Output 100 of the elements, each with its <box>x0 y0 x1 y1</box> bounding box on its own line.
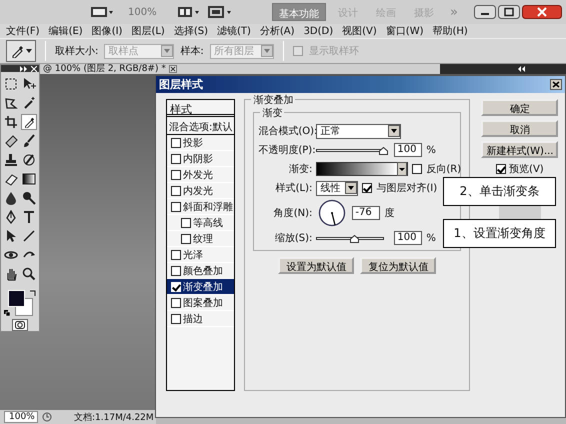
search-icon[interactable] <box>21 266 37 282</box>
checkbox[interactable] <box>171 298 181 308</box>
crop-icon[interactable] <box>3 114 19 130</box>
style-item[interactable]: 内阴影 <box>167 151 234 167</box>
minimize-icon[interactable] <box>474 5 496 19</box>
style-label: 图案叠加 <box>183 296 223 310</box>
checkbox[interactable] <box>171 170 181 180</box>
close-icon[interactable] <box>522 5 562 19</box>
foreground-color-swatch[interactable] <box>8 290 25 308</box>
dialog-button[interactable]: 新建样式(W)... <box>481 141 558 158</box>
menu-item[interactable]: 图像(I) <box>92 24 122 38</box>
menu-item[interactable]: 编辑(E) <box>48 24 83 38</box>
checkbox[interactable] <box>171 154 181 164</box>
style-dropdown[interactable]: 线性 <box>316 180 358 196</box>
maximize-icon[interactable] <box>498 5 520 19</box>
dropdown-value: 取样点 <box>108 44 138 58</box>
quick-mask-button[interactable] <box>12 319 28 331</box>
gradient-bar[interactable] <box>317 163 398 175</box>
style-item[interactable]: 内发光 <box>167 183 234 199</box>
unit-label: % <box>426 232 436 244</box>
number-field[interactable]: 100 <box>394 143 422 157</box>
reset-button[interactable]: 复位为默认值 <box>360 257 436 274</box>
quick-mask-icon <box>15 321 25 329</box>
slider-thumb[interactable] <box>350 234 359 242</box>
line-icon[interactable] <box>21 228 37 244</box>
menu-item[interactable]: 选择(S) <box>174 24 208 38</box>
unit-label: 度 <box>384 206 394 220</box>
default-colors-icon[interactable] <box>4 310 10 316</box>
menu-item[interactable]: 图层(L) <box>131 24 165 38</box>
menu-item[interactable]: 视图(V) <box>342 24 377 38</box>
checkbox[interactable] <box>171 138 181 148</box>
bandage-icon[interactable] <box>3 133 19 150</box>
close-icon[interactable] <box>550 79 562 90</box>
screen-icon[interactable] <box>206 5 233 19</box>
number-field[interactable]: -76 <box>352 206 380 220</box>
checkbox[interactable] <box>181 234 191 244</box>
menu-item[interactable]: 窗口(W) <box>386 24 424 38</box>
blend-mode-dropdown[interactable]: 正常 <box>316 124 402 138</box>
style-label: 渐变叠加 <box>183 280 223 294</box>
style-item[interactable]: 等高线 <box>167 215 234 231</box>
checkbox[interactable] <box>496 164 506 174</box>
checkbox-label: 与图层对齐(I) <box>376 182 438 195</box>
checkbox[interactable] <box>171 202 181 212</box>
field-label: 渐变: <box>288 162 312 176</box>
zoom-field[interactable]: 100% <box>4 411 38 423</box>
sampling-ring-label: 显示取样环 <box>308 44 359 58</box>
checkbox[interactable] <box>171 186 181 196</box>
eyedropper-icon[interactable] <box>21 114 37 130</box>
angle-dial[interactable] <box>318 199 346 227</box>
marquee-icon[interactable] <box>3 76 19 92</box>
style-label: 内阴影 <box>183 152 213 166</box>
callout-note: 1、设置渐变角度 <box>443 219 556 248</box>
arrange-icon[interactable] <box>176 5 201 19</box>
menu-item[interactable]: 文件(F) <box>6 24 40 38</box>
drop-icon[interactable] <box>3 190 19 206</box>
checkbox[interactable] <box>292 46 303 56</box>
style-item[interactable]: 图案叠加 <box>167 295 234 311</box>
number-field[interactable]: 100 <box>394 231 422 245</box>
style-label: 斜面和浮雕 <box>183 200 233 214</box>
eyedropper-icon <box>10 44 24 58</box>
tool-preset-picker[interactable] <box>6 40 36 62</box>
style-item[interactable]: 描边 <box>167 311 234 327</box>
checkbox[interactable] <box>171 250 181 260</box>
style-label: 光泽 <box>183 248 203 262</box>
styles-header[interactable]: 样式 <box>167 100 234 117</box>
menu-item[interactable]: 滤镜(T) <box>216 24 251 38</box>
status-icon[interactable] <box>42 412 52 422</box>
dialog-button[interactable]: 确定 <box>481 99 558 116</box>
checkbox[interactable] <box>171 266 181 276</box>
brush-icon[interactable] <box>21 133 37 150</box>
text-tool-icon[interactable] <box>21 209 37 226</box>
style-item[interactable]: 纹理 <box>167 231 234 247</box>
blend-options-item[interactable]: 混合选项:默认 <box>167 117 234 135</box>
checkbox[interactable] <box>181 218 191 228</box>
reset-button[interactable]: 设置为默认值 <box>278 257 354 274</box>
swap-icon[interactable] <box>29 290 36 298</box>
dialog-button[interactable]: 取消 <box>481 120 558 137</box>
slider-thumb[interactable] <box>379 146 388 154</box>
menu-item[interactable]: 3D(D) <box>304 26 334 36</box>
screen-mode-icon[interactable] <box>90 5 114 19</box>
gradient-picker[interactable] <box>316 162 408 176</box>
style-item[interactable]: 投影 <box>167 135 234 151</box>
style-item[interactable]: 外发光 <box>167 167 234 183</box>
checkbox[interactable] <box>362 183 372 193</box>
style-item[interactable]: 渐变叠加 <box>167 279 234 295</box>
close-icon[interactable] <box>168 65 177 73</box>
style-item[interactable]: 斜面和浮雕 <box>167 199 234 215</box>
sample-size-label: 取样大小: <box>55 44 98 58</box>
document-tab[interactable]: @ 100% (图层 2, RGB/8#) * <box>40 64 440 74</box>
menu-item[interactable]: 帮助(H) <box>432 24 468 38</box>
style-item[interactable]: 光泽 <box>167 247 234 263</box>
stamp-icon[interactable] <box>3 152 19 168</box>
dialog-title: 图层样式 <box>159 77 203 92</box>
gradient-icon[interactable] <box>21 171 37 188</box>
checkbox[interactable] <box>412 164 422 174</box>
menu-item[interactable]: 分析(A) <box>260 24 295 38</box>
checkbox-label: 预览(V) <box>509 163 544 176</box>
checkbox[interactable] <box>171 314 181 324</box>
unit-label: % <box>426 144 436 156</box>
collapse-icon[interactable] <box>518 66 526 72</box>
